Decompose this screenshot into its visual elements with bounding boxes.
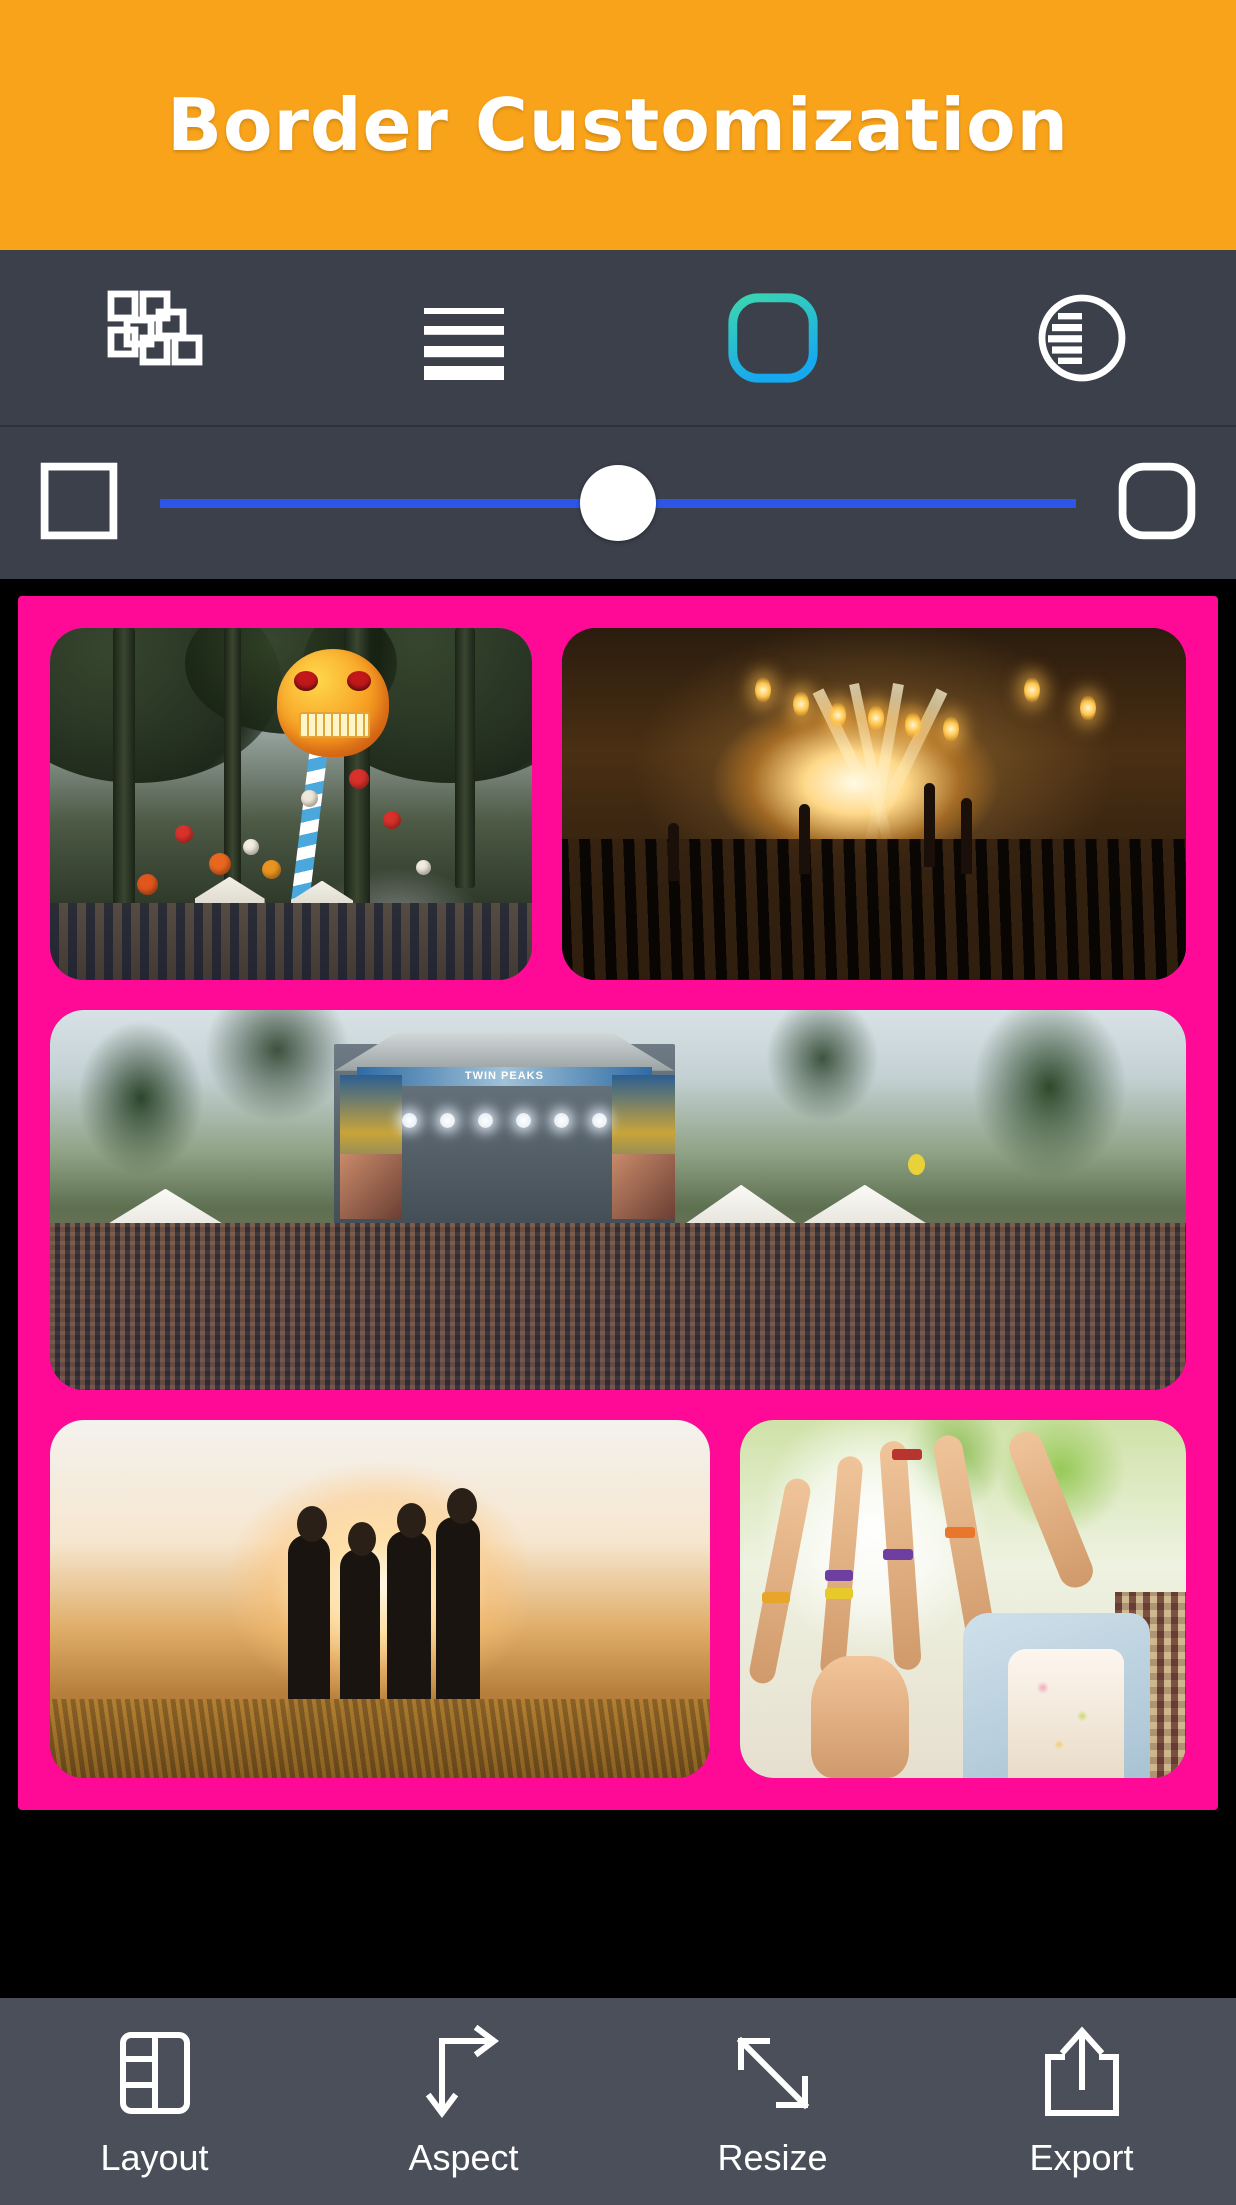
bottom-action-layout[interactable]: Layout bbox=[0, 2025, 309, 2179]
tab-corner-radius[interactable] bbox=[618, 250, 927, 425]
photo-image bbox=[562, 628, 1186, 980]
stage-light-array bbox=[402, 1112, 607, 1128]
balloon bbox=[175, 825, 194, 844]
crowd bbox=[50, 1222, 1186, 1390]
raised-arm bbox=[819, 1455, 864, 1679]
tree-trunk bbox=[454, 628, 475, 889]
raised-arm bbox=[1004, 1426, 1098, 1593]
stage-lamp bbox=[1023, 677, 1040, 704]
grid-collage-icon bbox=[103, 286, 207, 390]
person-head bbox=[348, 1522, 377, 1557]
page-title: Border Customization bbox=[167, 83, 1069, 167]
collage-row bbox=[50, 1420, 1186, 1778]
horizontal-lines-icon bbox=[412, 286, 516, 390]
stage-lamp bbox=[792, 691, 809, 718]
photo-image bbox=[740, 1420, 1186, 1778]
raised-arm bbox=[747, 1476, 813, 1686]
collage-row: TWIN PEAKS bbox=[50, 1010, 1186, 1390]
bottom-action-label: Aspect bbox=[408, 2136, 519, 2178]
collage-canvas: TWIN PEAKS bbox=[0, 582, 1236, 1810]
photo-skull-balloon[interactable] bbox=[50, 628, 532, 980]
photo-image: TWIN PEAKS bbox=[50, 1010, 1186, 1390]
photo-main-stage[interactable]: TWIN PEAKS bbox=[50, 1010, 1186, 1390]
balloon bbox=[242, 839, 259, 856]
raised-hand bbox=[923, 783, 935, 868]
stage-lamp bbox=[867, 705, 884, 732]
share-export-icon bbox=[1034, 2025, 1130, 2121]
wristband bbox=[824, 1570, 853, 1582]
bottom-action-resize[interactable]: Resize bbox=[618, 2025, 927, 2179]
tab-spacing-lines[interactable] bbox=[309, 250, 618, 425]
stage-screen bbox=[612, 1154, 675, 1219]
grass-foreground bbox=[50, 1699, 710, 1778]
tree-trunk bbox=[112, 628, 135, 910]
rounded-square-icon-right[interactable] bbox=[1114, 458, 1200, 549]
wristband bbox=[945, 1527, 976, 1539]
photo-night-concert[interactable] bbox=[562, 628, 1186, 980]
corner-radius-slider[interactable] bbox=[160, 463, 1076, 543]
face bbox=[811, 1656, 910, 1778]
collage-row bbox=[50, 628, 1186, 980]
wristband bbox=[891, 1448, 922, 1460]
photo-cheering-fans[interactable] bbox=[740, 1420, 1186, 1778]
half-striped-circle-icon bbox=[1030, 286, 1134, 390]
crowd bbox=[562, 839, 1186, 980]
sharp-square-icon[interactable] bbox=[36, 458, 122, 549]
photo-friends-sunset[interactable] bbox=[50, 1420, 710, 1778]
stage-lamp bbox=[1079, 694, 1096, 721]
balloon bbox=[136, 874, 158, 896]
title-banner: Border Customization bbox=[0, 0, 1236, 250]
bottom-action-aspect[interactable]: Aspect bbox=[309, 2024, 618, 2179]
stage-lamp bbox=[942, 716, 959, 742]
crowd bbox=[50, 902, 532, 980]
stage-lamp bbox=[830, 701, 847, 728]
wristband bbox=[882, 1548, 913, 1560]
stage-lamp bbox=[755, 677, 772, 704]
skull-balloon bbox=[276, 649, 389, 758]
raised-hand bbox=[668, 823, 680, 882]
balloon bbox=[300, 789, 318, 807]
raised-hand bbox=[961, 798, 973, 875]
bottom-action-export[interactable]: Export bbox=[927, 2025, 1236, 2179]
raised-hand bbox=[799, 804, 811, 875]
radius-slider-row bbox=[0, 427, 1236, 582]
stage-screen bbox=[339, 1154, 403, 1219]
balloon bbox=[382, 811, 401, 830]
collage-board[interactable]: TWIN PEAKS bbox=[18, 596, 1218, 1810]
bottom-action-label: Resize bbox=[717, 2136, 828, 2178]
balloon bbox=[348, 768, 369, 789]
rounded-square-icon bbox=[718, 283, 828, 393]
balloon bbox=[416, 860, 432, 876]
slider-thumb[interactable] bbox=[580, 465, 656, 541]
aspect-arrow-icon bbox=[416, 2024, 512, 2121]
floral-top bbox=[1007, 1649, 1124, 1778]
bottom-action-label: Layout bbox=[100, 2136, 209, 2178]
diagonal-resize-icon bbox=[725, 2025, 821, 2121]
wristband bbox=[824, 1588, 853, 1600]
photo-image bbox=[50, 1420, 710, 1778]
wristband bbox=[762, 1591, 791, 1603]
tab-collage-grid[interactable] bbox=[0, 250, 309, 425]
tab-shadow[interactable] bbox=[927, 250, 1236, 425]
person-head bbox=[296, 1505, 327, 1542]
bottom-action-bar: Layout Aspect Resize Export bbox=[0, 1998, 1236, 2205]
border-tool-tabs bbox=[0, 250, 1236, 427]
balloon bbox=[262, 860, 282, 880]
bottom-action-label: Export bbox=[1029, 2136, 1134, 2178]
yellow-balloon bbox=[907, 1154, 925, 1176]
person-head bbox=[447, 1487, 478, 1524]
layout-panels-icon bbox=[107, 2025, 203, 2121]
photo-image bbox=[50, 628, 532, 980]
